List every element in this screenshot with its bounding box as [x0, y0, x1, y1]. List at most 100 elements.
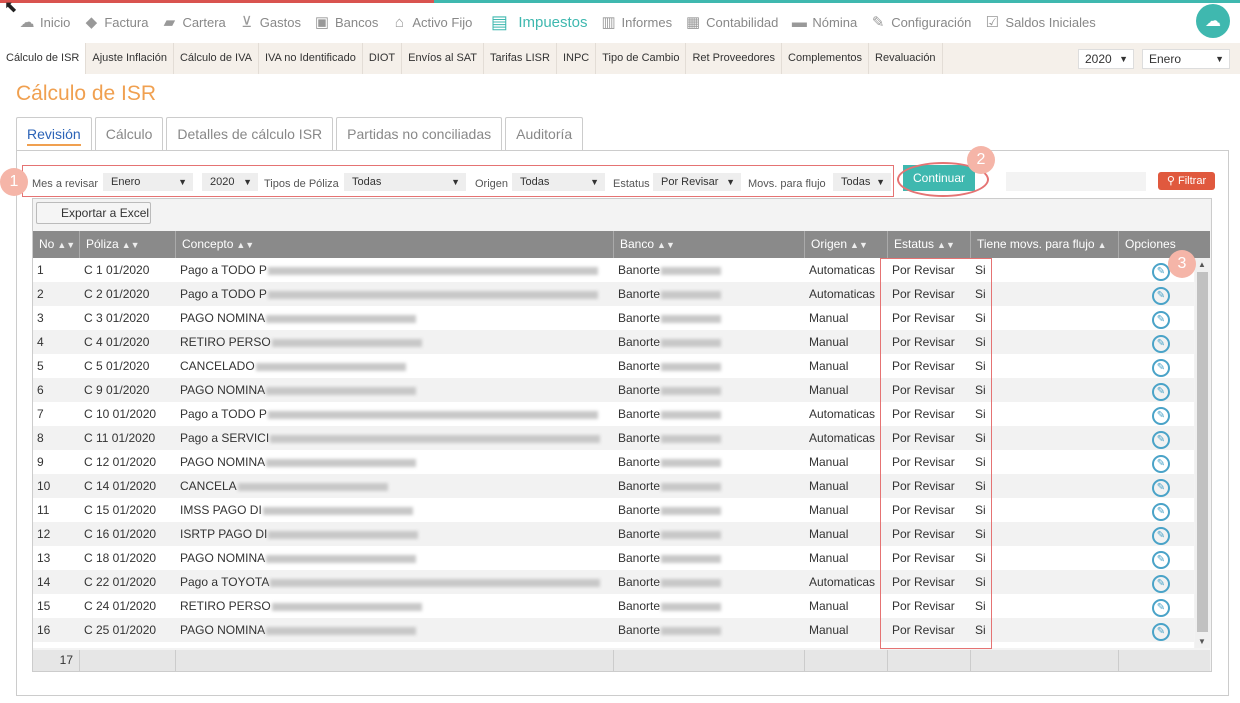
filter-text-input[interactable] [1006, 172, 1146, 191]
nav-item-contabilidad[interactable]: ▦ Contabilidad [682, 13, 778, 31]
table-row[interactable]: 6 C 9 01/2020 PAGO NOMINA Banorte Manual Por … [33, 378, 1194, 402]
nav-item-activo-fijo[interactable]: ⌂ Activo Fijo [388, 13, 473, 31]
cell-estatus-text: Por Revisar [892, 479, 955, 493]
tab-auditoria[interactable]: Auditoría [505, 117, 584, 151]
cell-poliza: C 5 01/2020 [80, 354, 176, 378]
nav-item-bancos[interactable]: ▣ Bancos [311, 13, 378, 31]
cell-estatus-text: Por Revisar [892, 599, 955, 613]
cell-flujo: Si [971, 594, 1119, 618]
col-header-banco[interactable]: Banco ▲▼ [614, 231, 805, 258]
subnav-ret-proveedores[interactable]: Ret Proveedores [686, 43, 783, 74]
table-scrollbar[interactable]: ▲ ▼ [1195, 258, 1210, 648]
edit-pencil-icon[interactable]: ✎ [1152, 503, 1170, 521]
col-header-no[interactable]: No ▲▼ [33, 231, 80, 258]
subnav-tarifas-lisr[interactable]: Tarifas LISR [484, 43, 557, 74]
estatus-select[interactable]: Por Revisar ▼ [653, 173, 741, 191]
cell-estatus-text: Por Revisar [892, 359, 955, 373]
edit-pencil-icon[interactable]: ✎ [1152, 335, 1170, 353]
tab-revision[interactable]: Revisión [16, 117, 92, 151]
cell-no-text: 10 [37, 479, 51, 493]
edit-pencil-icon[interactable]: ✎ [1152, 551, 1170, 569]
table-row[interactable]: 11 C 15 01/2020 IMSS PAGO DI Banorte Manual P… [33, 498, 1194, 522]
continuar-button[interactable]: Continuar [903, 165, 975, 191]
table-row[interactable]: 16 C 25 01/2020 PAGO NOMINA Banorte Manual Po… [33, 618, 1194, 642]
subnav-ajuste-inflacion[interactable]: Ajuste Inflación [86, 43, 174, 74]
cell-opciones: ✎ [1119, 402, 1194, 426]
subnav-envios-sat[interactable]: Envíos al SAT [402, 43, 485, 74]
scroll-down-icon[interactable]: ▼ [1198, 637, 1206, 646]
subnav-complementos[interactable]: Complementos [782, 43, 870, 74]
col-header-origen[interactable]: Origen ▲▼ [805, 231, 888, 258]
table-row[interactable]: 12 C 16 01/2020 ISRTP PAGO DI Banorte Manual… [33, 522, 1194, 546]
col-header-flujo[interactable]: Tiene movs. para flujo ▲ [971, 231, 1119, 258]
table-row[interactable]: 1 C 1 01/2020 Pago a TODO P Banorte Automati… [33, 258, 1194, 282]
table-row[interactable]: 8 C 11 01/2020 Pago a SERVICI Banorte Automa… [33, 426, 1194, 450]
table-row[interactable]: 4 C 4 01/2020 RETIRO PERSO Banorte Manual Por… [33, 330, 1194, 354]
edit-pencil-icon[interactable]: ✎ [1152, 575, 1170, 593]
edit-pencil-icon[interactable]: ✎ [1152, 287, 1170, 305]
edit-pencil-icon[interactable]: ✎ [1152, 599, 1170, 617]
table-row[interactable]: 13 C 18 01/2020 PAGO NOMINA Banorte Manual Po… [33, 546, 1194, 570]
nav-item-factura[interactable]: ◆ Factura [80, 13, 149, 31]
year-filter-select[interactable]: 2020 ▼ [202, 173, 258, 191]
edit-pencil-icon[interactable]: ✎ [1152, 527, 1170, 545]
edit-pencil-icon[interactable]: ✎ [1152, 383, 1170, 401]
table-row[interactable]: 2 C 2 01/2020 Pago a TODO P Banorte Automati… [33, 282, 1194, 306]
cell-no: 6 [33, 378, 80, 402]
subnav-calculo-isr[interactable]: Cálculo de ISR [0, 43, 87, 74]
col-header-concepto[interactable]: Concepto ▲▼ [176, 231, 614, 258]
subnav-iva-no-identificado[interactable]: IVA no Identificado [259, 43, 363, 74]
edit-pencil-icon[interactable]: ✎ [1152, 623, 1170, 641]
col-header-poliza[interactable]: Póliza ▲▼ [80, 231, 176, 258]
scroll-up-icon[interactable]: ▲ [1198, 260, 1206, 269]
cell-banco-text: Banorte [618, 455, 661, 469]
cell-concepto: RETIRO PERSO [176, 330, 614, 354]
nav-item-configuracion[interactable]: ✎ Configuración [867, 13, 972, 31]
nav-item-informes[interactable]: ▥ Informes [598, 13, 672, 31]
year-select[interactable]: 2020 ▼ [1078, 49, 1134, 69]
movs-flujo-select[interactable]: Todas ▼ [833, 173, 891, 191]
tab-detalles-calculo-isr[interactable]: Detalles de cálculo ISR [166, 117, 334, 151]
nav-item-gastos[interactable]: ⊻ Gastos [236, 13, 301, 31]
subnav-inpc[interactable]: INPC [557, 43, 597, 74]
edit-pencil-icon[interactable]: ✎ [1152, 407, 1170, 425]
cell-banco: Banorte [614, 426, 805, 450]
scroll-thumb[interactable] [1197, 272, 1208, 632]
subnav-revaluacion[interactable]: Revaluación [869, 43, 943, 74]
nav-item-inicio[interactable]: ☁ Inicio [16, 13, 71, 31]
nav-item-nomina[interactable]: ▬ Nómina [788, 13, 857, 31]
table-row[interactable]: 9 C 12 01/2020 PAGO NOMINA Banorte Manual Por… [33, 450, 1194, 474]
tab-partidas-no-conciliadas[interactable]: Partidas no conciliadas [336, 117, 503, 151]
mes-select[interactable]: Enero ▼ [103, 173, 193, 191]
redacted-text [661, 386, 722, 395]
nav-item-impuestos[interactable]: ▤ Impuestos [482, 12, 588, 32]
table-row[interactable]: 15 C 24 01/2020 RETIRO PERSO Banorte Manual P… [33, 594, 1194, 618]
subnav-calculo-iva[interactable]: Cálculo de IVA [174, 43, 259, 74]
cloud-brain-button[interactable]: ☁ [1196, 4, 1230, 38]
edit-pencil-icon[interactable]: ✎ [1152, 311, 1170, 329]
cell-flujo: Si [971, 402, 1119, 426]
edit-pencil-icon[interactable]: ✎ [1152, 359, 1170, 377]
table-row[interactable]: 7 C 10 01/2020 Pago a TODO P Banorte Automat… [33, 402, 1194, 426]
tab-calculo[interactable]: Cálculo [94, 117, 164, 151]
subnav-diot[interactable]: DIOT [363, 43, 403, 74]
tipos-poliza-select[interactable]: Todas ▼ [344, 173, 466, 191]
nav-item-saldos-iniciales[interactable]: ☑ Saldos Iniciales [981, 13, 1096, 31]
nav-item-cartera[interactable]: ▰ Cartera [158, 13, 226, 31]
filtrar-button[interactable]: ⚲ Filtrar [1158, 172, 1215, 190]
cell-concepto: PAGO NOMINA [176, 306, 614, 330]
subnav-tipo-cambio[interactable]: Tipo de Cambio [596, 43, 687, 74]
edit-pencil-icon[interactable]: ✎ [1152, 431, 1170, 449]
edit-pencil-icon[interactable]: ✎ [1152, 479, 1170, 497]
export-excel-button[interactable]: Exportar a Excel [36, 202, 151, 224]
col-header-estatus[interactable]: Estatus ▲▼ [888, 231, 971, 258]
table-row[interactable]: 10 C 14 01/2020 CANCELA Banorte Manual Por Re… [33, 474, 1194, 498]
cell-opciones: ✎ [1119, 594, 1194, 618]
cell-concepto: Pago a TODO P [176, 282, 614, 306]
table-row[interactable]: 5 C 5 01/2020 CANCELADO Banorte Manual Por Re… [33, 354, 1194, 378]
table-row[interactable]: 14 C 22 01/2020 Pago a TOYOTA Banorte Automa… [33, 570, 1194, 594]
month-select[interactable]: Enero ▼ [1142, 49, 1230, 69]
table-row[interactable]: 3 C 3 01/2020 PAGO NOMINA Banorte Manual Por … [33, 306, 1194, 330]
edit-pencil-icon[interactable]: ✎ [1152, 455, 1170, 473]
origen-select[interactable]: Todas ▼ [512, 173, 605, 191]
